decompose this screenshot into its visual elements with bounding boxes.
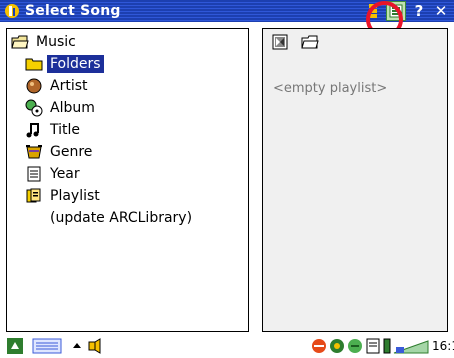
tree-item-playlist[interactable]: Playlist	[25, 185, 103, 207]
up-arrow-icon[interactable]	[68, 337, 86, 355]
empty-playlist-text: <empty playlist>	[273, 81, 388, 96]
playlist-toolbar	[271, 33, 319, 51]
music-root[interactable]: Music	[11, 31, 79, 53]
close-button[interactable]: ✕	[432, 2, 450, 20]
tree-item-label: Artist	[50, 78, 88, 94]
tree-item-label: Genre	[50, 144, 93, 160]
music-root-label: Music	[36, 34, 76, 50]
tree-item-album[interactable]: Album	[25, 97, 98, 119]
playlist-edit-icon[interactable]	[271, 33, 289, 51]
tree-item-label: Folders	[47, 55, 104, 73]
usb-icon[interactable]	[346, 337, 364, 355]
open-folder-icon[interactable]	[301, 33, 319, 51]
clock: 16:17	[432, 339, 454, 353]
sync-icon[interactable]	[328, 337, 346, 355]
tree-item-genre[interactable]: Genre	[25, 141, 95, 163]
home-icon[interactable]	[6, 337, 24, 355]
keyboard-icon[interactable]	[32, 337, 62, 355]
tree-item-label: Album	[50, 100, 95, 116]
status-bar: 16:17	[0, 334, 454, 358]
tree-item-label: (update ARCLibrary)	[50, 210, 193, 226]
genre-icon	[25, 143, 43, 161]
volume-icon[interactable]	[86, 337, 104, 355]
artist-icon	[25, 77, 43, 95]
tree-item-update-library[interactable]: (update ARCLibrary)	[43, 207, 195, 229]
tree-item-label: Title	[50, 122, 81, 138]
window-title: Select Song	[25, 3, 121, 19]
playlist-panel: <empty playlist>	[262, 28, 448, 332]
music-note-icon	[25, 121, 43, 139]
help-button[interactable]: ?	[410, 2, 428, 20]
open-folder-icon	[11, 33, 29, 51]
document-icon[interactable]	[364, 337, 382, 355]
album-icon	[25, 99, 43, 117]
folder-icon	[25, 55, 43, 73]
tree-item-artist[interactable]: Artist	[25, 75, 91, 97]
app-icon	[4, 3, 20, 19]
tree-item-title[interactable]: Title	[25, 119, 83, 141]
tree-item-year[interactable]: Year	[25, 163, 83, 185]
battery-icon	[382, 337, 392, 355]
playlist-icon	[25, 187, 43, 205]
tree-item-label: Playlist	[50, 188, 100, 204]
calendar-icon	[25, 165, 43, 183]
signal-icon	[392, 337, 430, 355]
library-panel: Music Folders Artist Album Title Genre Y…	[6, 28, 249, 332]
tree-item-folders[interactable]: Folders	[25, 53, 104, 75]
tray-icon[interactable]	[310, 337, 328, 355]
tree-item-label: Year	[50, 166, 80, 182]
